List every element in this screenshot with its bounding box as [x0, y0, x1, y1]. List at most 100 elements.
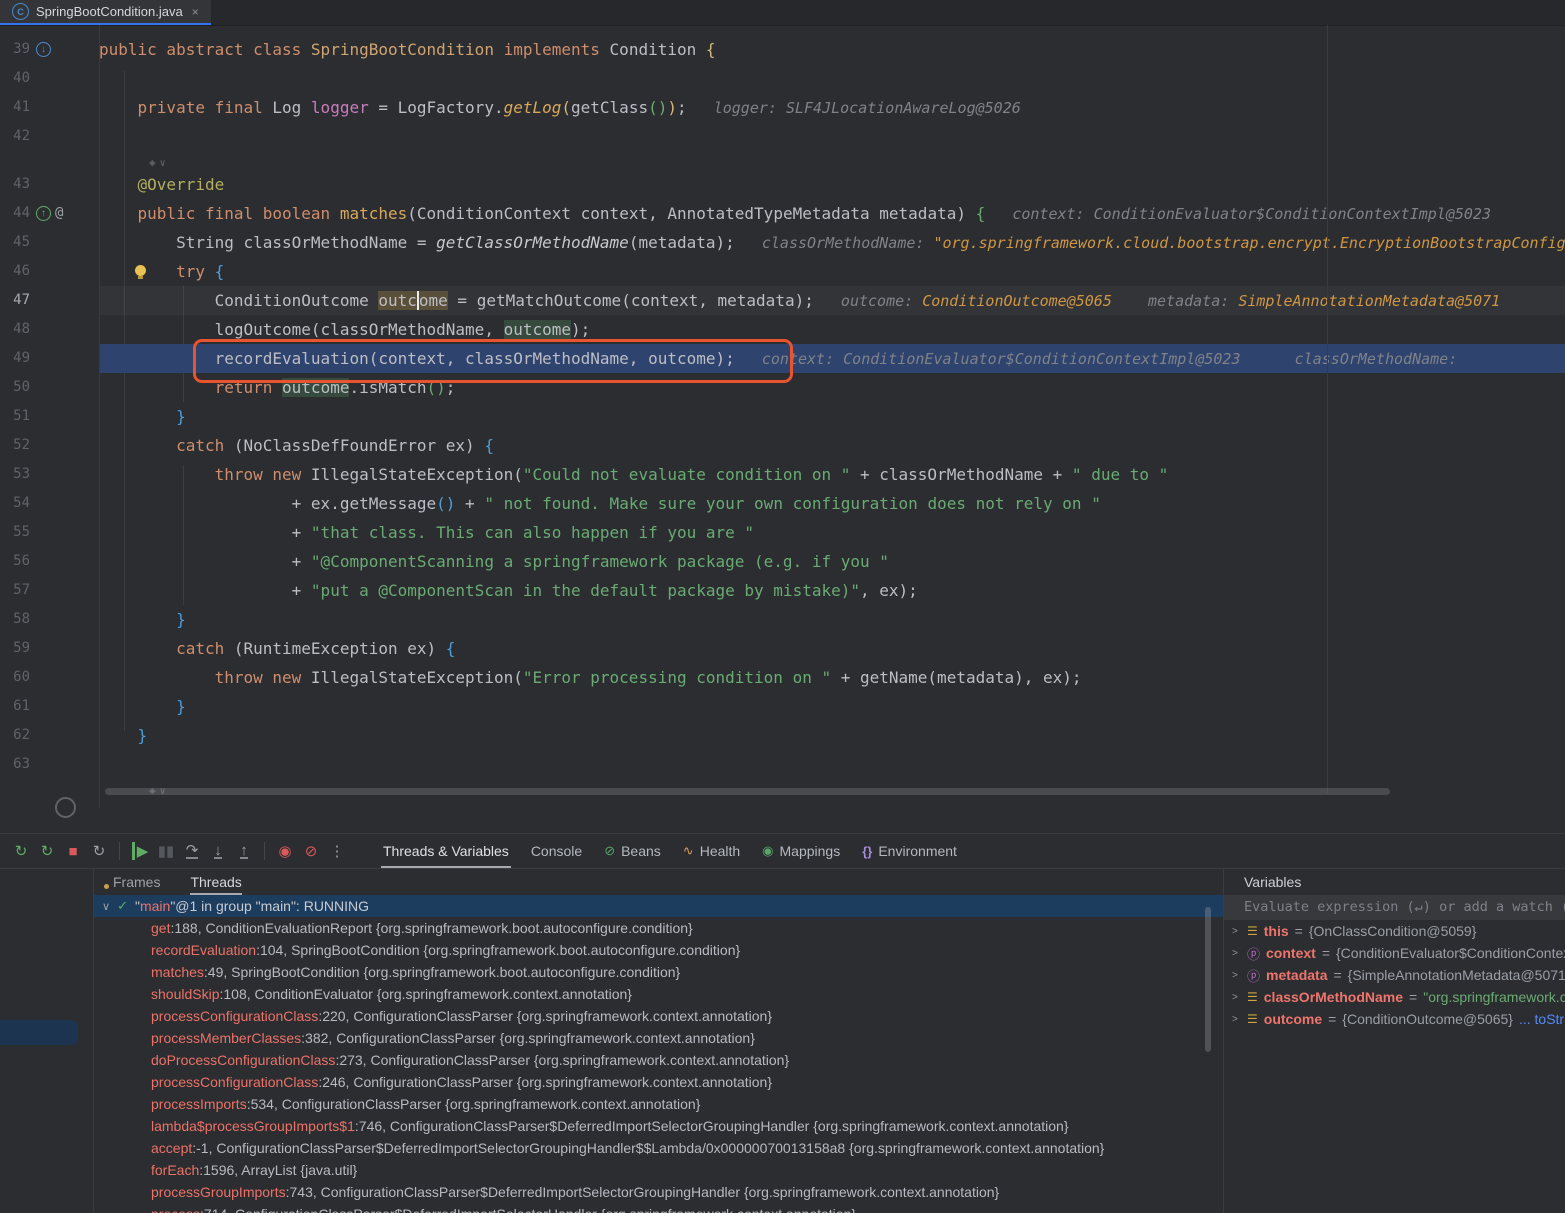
step-into-button[interactable]: ↓	[206, 839, 230, 863]
evaluate-expression-input[interactable]: Evaluate expression (↵) or add a watch (	[1224, 895, 1565, 920]
code-line[interactable]: 62 }	[0, 721, 1565, 750]
environment-icon: {}	[862, 844, 872, 859]
frames-scrollbar[interactable]	[1205, 907, 1211, 1052]
fold-region-icon[interactable]: ◈	[149, 156, 156, 169]
code-line[interactable]: 63	[0, 750, 1565, 779]
stack-frame-row[interactable]: processMemberClasses:382, ConfigurationC…	[94, 1027, 1223, 1049]
stack-frame-row[interactable]: lambda$processGroupImports$1:746, Config…	[94, 1115, 1223, 1137]
debug-tab-health[interactable]: ∿ Health	[672, 834, 751, 868]
code-line[interactable]: 53 throw new IllegalStateException("Coul…	[0, 460, 1565, 489]
tab-threads[interactable]: Threads	[190, 869, 241, 895]
view-breakpoints-button[interactable]: ⊘	[299, 839, 323, 863]
code-line[interactable]: 40	[0, 64, 1565, 93]
code-line[interactable]: 54 + ex.getMessage() + " not found. Make…	[0, 489, 1565, 518]
variable-row[interactable]: >☰outcome = {ConditionOutcome@5065} ... …	[1224, 1008, 1565, 1030]
stack-frame-row[interactable]: process:714, ConfigurationClassParser$De…	[94, 1203, 1223, 1213]
stack-frame-row[interactable]: accept:-1, ConfigurationClassParser$Defe…	[94, 1137, 1223, 1159]
code-line[interactable]: 52 catch (NoClassDefFoundError ex) {	[0, 431, 1565, 460]
intention-bulb-icon[interactable]	[135, 265, 146, 276]
frames-threads-tabs: Frames Threads	[94, 869, 1223, 895]
gutter-separator	[99, 25, 100, 808]
tostring-link[interactable]: ... toString()	[1519, 1011, 1565, 1027]
pause-button[interactable]: ▮▮	[154, 839, 178, 863]
stack-frame-row[interactable]: matches:49, SpringBootCondition {org.spr…	[94, 961, 1223, 983]
code-line[interactable]: 60 throw new IllegalStateException("Erro…	[0, 663, 1565, 692]
stack-frame-row[interactable]: get:188, ConditionEvaluationReport {org.…	[94, 917, 1223, 939]
close-tab-icon[interactable]: ×	[192, 5, 199, 19]
stack-frame-row[interactable]: shouldSkip:108, ConditionEvaluator {org.…	[94, 983, 1223, 1005]
stack-frame-row[interactable]: processConfigurationClass:246, Configura…	[94, 1071, 1223, 1093]
expand-chevron-icon[interactable]: >	[1232, 992, 1241, 1003]
tool-window-stripe-highlight[interactable]	[0, 1020, 78, 1045]
debug-tab-environment[interactable]: {}Environment	[851, 834, 968, 868]
stop-button[interactable]: ■	[61, 839, 85, 863]
code-line[interactable]: 39↓public abstract class SpringBootCondi…	[0, 35, 1565, 64]
stack-frame-row[interactable]: processImports:534, ConfigurationClassPa…	[94, 1093, 1223, 1115]
ide-window: C SpringBootCondition.java × 39↓public a…	[0, 0, 1565, 1213]
step-over-button[interactable]: ↷	[180, 839, 204, 863]
stack-frame-row[interactable]: forEach:1596, ArrayList {java.util}	[94, 1159, 1223, 1181]
variable-row[interactable]: >ⓟmetadata = {SimpleAnnotationMetadata@5…	[1224, 964, 1565, 986]
more-options-button[interactable]: ⋮	[325, 839, 349, 863]
overriding-method-gutter-icon[interactable]: ↑	[36, 206, 51, 221]
stack-frame-row[interactable]: processConfigurationClass:220, Configura…	[94, 1005, 1223, 1027]
code-line[interactable]: 55 + "that class. This can also happen i…	[0, 518, 1565, 547]
code-line[interactable]: 47 ConditionOutcome outcome = getMatchOu…	[0, 286, 1565, 315]
chevron-down-icon[interactable]: ∨	[160, 158, 166, 169]
debug-tabs: Threads & VariablesConsole⊘Beans ∿ Health ◉…	[372, 834, 968, 868]
debug-tab-threads-variables[interactable]: Threads & Variables	[372, 834, 520, 868]
toolbar-separator	[264, 842, 265, 860]
rerun-button[interactable]: ↻	[9, 839, 33, 863]
step-out-button[interactable]: ↑	[232, 839, 256, 863]
bean-icon: ⊘	[604, 843, 615, 859]
code-line[interactable]: 61 }	[0, 692, 1565, 721]
frames-list: get:188, ConditionEvaluationReport {org.…	[94, 917, 1223, 1213]
refresh-button[interactable]: ↻	[87, 839, 111, 863]
rerun-debugger-button[interactable]: ↻	[35, 839, 59, 863]
frames-pane: Frames Threads ∨ ✓ "main"@1 in group "ma…	[93, 869, 1223, 1213]
expand-chevron-icon[interactable]: >	[1232, 948, 1241, 959]
annotation-gutter-icon[interactable]: @	[55, 199, 63, 228]
code-line[interactable]: 56 + "@ComponentScanning a springframewo…	[0, 547, 1565, 576]
debug-tab-console[interactable]: Console	[520, 834, 593, 868]
code-line[interactable]: 46 try {	[0, 257, 1565, 286]
tab-label: Health	[700, 843, 740, 859]
code-inlay-row[interactable]: ◈∨	[0, 151, 1565, 170]
code-line[interactable]: 58 }	[0, 605, 1565, 634]
code-line[interactable]: 45 String classOrMethodName = getClassOr…	[0, 228, 1565, 257]
chevron-down-icon[interactable]: ∨	[102, 900, 110, 913]
code-line[interactable]: 51 }	[0, 402, 1565, 431]
code-line[interactable]: 44↑@ public final boolean matches(Condit…	[0, 199, 1565, 228]
resume-button[interactable]: ▶	[128, 839, 152, 863]
variable-row[interactable]: >ⓟcontext = {ConditionEvaluator$Conditio…	[1224, 942, 1565, 964]
health-icon: ∿	[683, 843, 694, 859]
expand-chevron-icon[interactable]: >	[1232, 970, 1241, 981]
code-line[interactable]: 42	[0, 122, 1565, 151]
variables-title: Variables	[1224, 869, 1565, 895]
implementations-gutter-icon[interactable]: ↓	[36, 42, 51, 57]
code-line[interactable]: 59 catch (RuntimeException ex) {	[0, 634, 1565, 663]
tab-frames[interactable]: Frames	[104, 869, 160, 895]
expand-chevron-icon[interactable]: >	[1232, 926, 1241, 937]
code-line[interactable]: 43 @Override	[0, 170, 1565, 199]
debug-tab-beans[interactable]: ⊘Beans	[593, 834, 672, 868]
debug-tab-mappings[interactable]: ◉Mappings	[751, 834, 851, 868]
expand-chevron-icon[interactable]: >	[1232, 1014, 1241, 1025]
stack-frame-row[interactable]: doProcessConfigurationClass:273, Configu…	[94, 1049, 1223, 1071]
parameter-icon: ⓟ	[1247, 944, 1260, 963]
variable-row[interactable]: >☰classOrMethodName = "org.springframewo…	[1224, 986, 1565, 1008]
code-line[interactable]: 57 + "put a @ComponentScan in the defaul…	[0, 576, 1565, 605]
code-line[interactable]: 41 private final Log logger = LogFactory…	[0, 93, 1565, 122]
thread-row[interactable]: ∨ ✓ "main"@1 in group "main": RUNNING	[94, 895, 1223, 917]
stack-frame-row[interactable]: processGroupImports:743, ConfigurationCl…	[94, 1181, 1223, 1203]
horizontal-scrollbar[interactable]	[105, 788, 1390, 795]
stack-frame-row[interactable]: recordEvaluation:104, SpringBootConditio…	[94, 939, 1223, 961]
variable-row[interactable]: >☰this = {OnClassCondition@5059}	[1224, 920, 1565, 942]
local-variable-icon: ☰	[1247, 924, 1258, 938]
editor-tab[interactable]: C SpringBootCondition.java ×	[0, 0, 211, 25]
editor-widget-icon[interactable]	[55, 797, 76, 818]
editor-tab-title: SpringBootCondition.java	[36, 4, 183, 19]
code-editor[interactable]: 39↓public abstract class SpringBootCondi…	[0, 25, 1565, 833]
java-class-icon: C	[12, 3, 29, 20]
mute-breakpoints-button[interactable]: ◉	[273, 839, 297, 863]
